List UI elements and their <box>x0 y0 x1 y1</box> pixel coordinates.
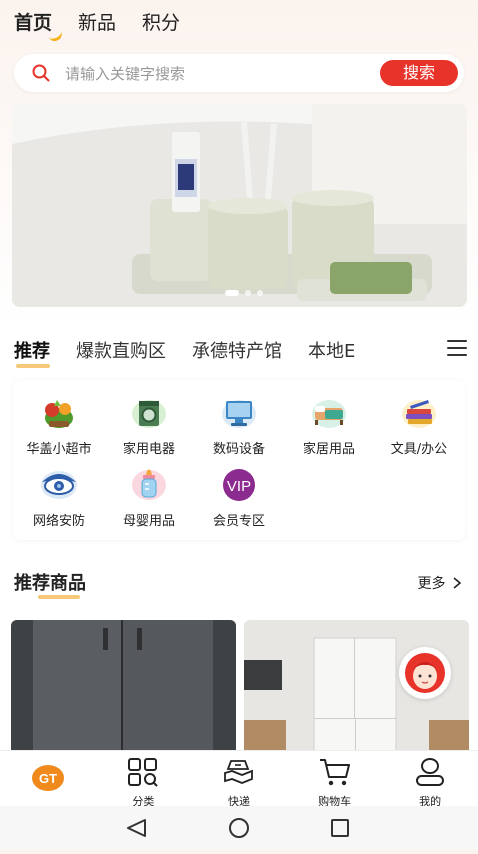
vegetables-icon <box>45 400 73 428</box>
more-label: 更多 <box>417 576 446 592</box>
search-icon <box>32 64 50 82</box>
menu-icon[interactable] <box>447 340 467 356</box>
nav-category[interactable]: 分类 <box>96 751 192 808</box>
grid-item-stationery[interactable]: 文具/办公 <box>374 396 464 457</box>
grid-item-vip[interactable]: VIP 会员专区 <box>194 468 284 529</box>
gt-logo-icon: GT <box>31 765 64 791</box>
recent-apps-icon[interactable] <box>331 819 349 837</box>
stationery-icon <box>402 400 436 428</box>
cart-icon <box>319 759 350 786</box>
nav-home[interactable]: GT <box>0 751 96 807</box>
grid-label: 数码设备 <box>212 442 265 457</box>
grid-item-security[interactable]: 网络安防 <box>14 468 104 529</box>
product-card[interactable] <box>11 620 236 755</box>
banner-image <box>12 104 467 307</box>
grid-label: 会员专区 <box>212 514 265 529</box>
search-input[interactable]: 请输入关键字搜索 搜索 <box>14 54 464 92</box>
more-link[interactable]: 更多 <box>418 573 462 593</box>
computer-icon <box>222 400 256 428</box>
grid-label: 网络安防 <box>32 514 85 529</box>
bottom-nav: GT 分类 快递 购物车 我的 <box>0 750 478 808</box>
chevron-right-icon <box>453 577 462 589</box>
grid-item-digital[interactable]: 数码设备 <box>194 396 284 457</box>
banner-dot <box>257 290 263 296</box>
gt-logo-text: GT <box>39 771 57 786</box>
section-title: 推荐商品 <box>14 569 86 599</box>
grid-label: 家用电器 <box>122 442 175 457</box>
tab-home[interactable]: 首页 <box>14 8 52 35</box>
search-placeholder: 请输入关键字搜索 <box>65 65 186 83</box>
camera-icon <box>41 471 77 499</box>
nav-mine[interactable]: 我的 <box>382 751 478 808</box>
nav-express[interactable]: 快递 <box>191 751 287 808</box>
grid-item-supermarket[interactable]: 华盖小超市 <box>14 396 104 457</box>
home-icon[interactable] <box>229 818 249 838</box>
banner-dot <box>225 290 239 296</box>
grid-item-home[interactable]: 家居用品 <box>284 396 374 457</box>
category-tab-recommend[interactable]: 推荐 <box>14 337 50 368</box>
system-nav-bar <box>0 806 478 850</box>
category-icon <box>128 758 159 787</box>
product-image-fridge-dark <box>11 620 236 755</box>
category-tabs: 推荐 爆款直购区 承德特产馆 本地E <box>14 337 355 368</box>
washing-machine-icon <box>132 400 166 428</box>
tab-new[interactable]: 新品 <box>78 8 116 35</box>
banner-indicator <box>225 290 263 296</box>
category-tabs-fade <box>405 330 445 366</box>
bed-icon <box>312 400 346 428</box>
grid-label: 华盖小超市 <box>26 442 92 457</box>
user-icon <box>416 758 445 786</box>
baby-bottle-icon <box>132 469 166 500</box>
nav-cart[interactable]: 购物车 <box>287 751 383 808</box>
banner-carousel[interactable] <box>12 104 467 307</box>
vip-icon-text: VIP <box>227 478 251 495</box>
grid-item-appliances[interactable]: 家用电器 <box>104 396 194 457</box>
top-tabs: 首页 新品 积分 <box>14 8 180 35</box>
grid-label: 文具/办公 <box>390 442 448 457</box>
back-icon[interactable] <box>127 819 146 837</box>
search-button[interactable]: 搜索 <box>380 60 458 86</box>
vip-icon: VIP <box>223 469 255 501</box>
category-tab-local[interactable]: 本地E <box>308 337 355 363</box>
grid-item-baby[interactable]: 母婴用品 <box>104 468 194 529</box>
customer-service-icon <box>405 653 445 693</box>
customer-service-button[interactable] <box>399 647 451 699</box>
category-tab-hot[interactable]: 爆款直购区 <box>76 337 166 363</box>
category-grid: 华盖小超市 家用电器 数码设备 家居用品 文具/办公 网络安防 母婴用品 VIP… <box>13 380 465 540</box>
banner-dot <box>245 290 251 296</box>
grid-label: 母婴用品 <box>122 514 175 529</box>
grid-label: 家居用品 <box>302 442 355 457</box>
category-tab-chengde[interactable]: 承德特产馆 <box>192 337 282 363</box>
tab-points[interactable]: 积分 <box>142 8 180 35</box>
express-icon <box>224 760 253 784</box>
